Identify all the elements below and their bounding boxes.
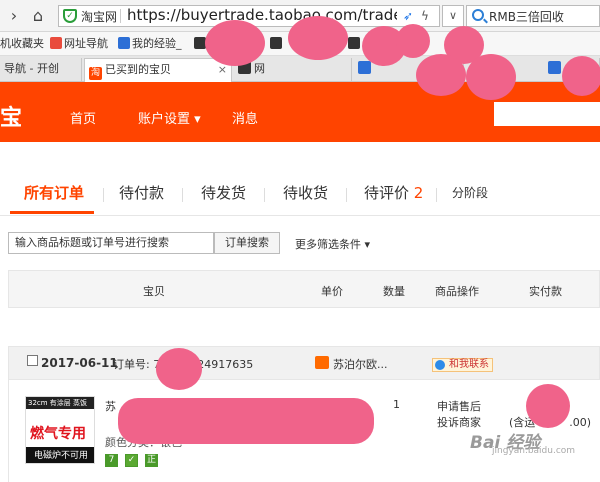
tab-divider [182, 188, 183, 202]
url-separator [120, 9, 121, 23]
tab-divider [103, 188, 104, 202]
paw-icon [548, 61, 561, 74]
order-checkbox[interactable] [27, 355, 38, 366]
col-item: 宝贝 [143, 283, 165, 299]
lightning-icon[interactable]: ϟ [421, 9, 429, 23]
tab-label: 网 [254, 62, 265, 75]
shop-name[interactable]: 苏泊尔欧... [333, 356, 388, 372]
taobao-icon: 淘 [89, 67, 102, 80]
tab-unshipped[interactable]: 待发货 [201, 182, 246, 203]
bookmark-favorites[interactable]: 机收藏夹 [0, 36, 44, 52]
item-quantity: 1 [393, 398, 400, 411]
bookmark-experience[interactable]: 我的经验_ [118, 36, 182, 52]
tab-unreceived[interactable]: 待收货 [283, 182, 328, 203]
service-guarantee-icon[interactable]: ✓ [125, 454, 138, 467]
shop-icon [315, 356, 329, 369]
thumb-caption-bottom: 电磁炉不可用 [26, 447, 95, 464]
col-item-actions: 商品操作 [435, 283, 479, 299]
tab-divider [436, 188, 437, 202]
site-search-input[interactable] [494, 102, 600, 126]
rocket-icon[interactable]: ➶ [403, 9, 413, 23]
item-thumbnail[interactable]: 32cm 有涂层 蒸饭 燃气专用 电磁炉不可用 [25, 396, 95, 464]
forward-icon[interactable]: › [4, 6, 24, 26]
redaction-mark [562, 56, 600, 96]
item-title[interactable]: 苏 [105, 398, 116, 414]
apply-after-sale-link[interactable]: 申请售后 [437, 398, 481, 414]
service-7day-icon[interactable]: 7 [105, 454, 118, 467]
redaction-mark [118, 398, 374, 444]
thumb-caption-top: 32cm 有涂层 蒸饭 [26, 397, 95, 409]
redaction-mark [466, 54, 516, 100]
baidu-watermark-url: jingyan.baidu.com [492, 446, 575, 456]
col-qty: 数量 [383, 283, 405, 299]
redaction-mark [288, 16, 348, 60]
total-suffix: .00) [569, 416, 591, 429]
security-shield-icon: ✓ [63, 9, 77, 23]
redaction-mark [526, 384, 570, 428]
contact-seller-button[interactable]: 和我联系 [432, 358, 493, 372]
browser-search-input[interactable]: RMB三倍回收 [466, 5, 600, 27]
unrated-count: 2 [414, 184, 424, 202]
redaction-mark [205, 20, 265, 66]
video-icon [270, 37, 282, 49]
taobao-logo[interactable]: 宝 [0, 100, 22, 132]
redaction-mark [396, 24, 430, 58]
bookmark-label: 我的经验_ [132, 37, 182, 50]
home-icon[interactable]: ⌂ [28, 6, 48, 26]
col-paid: 实付款 [529, 283, 562, 299]
site-name: 淘宝网 [81, 8, 117, 25]
more-filters-link[interactable]: 更多筛选条件 ▾ [295, 236, 370, 252]
redaction-mark [156, 348, 202, 390]
url-text[interactable]: https://buyertrade.taobao.com/trade/ite [127, 6, 397, 24]
order-header: 2017-06-11 订单号: 7324917635 苏泊尔欧... 和我联系 [8, 346, 600, 380]
browser-search-value[interactable]: RMB三倍回收 [489, 8, 564, 25]
url-dropdown-button[interactable]: ∨ [442, 5, 464, 27]
tab-all-orders[interactable]: 所有订单 [24, 182, 84, 203]
contact-label: 和我联系 [449, 359, 489, 370]
tab-unpaid[interactable]: 待付款 [119, 182, 164, 203]
order-search-button[interactable]: 订单搜索 [214, 232, 280, 254]
tab-navigation[interactable]: 导航 - 开创 [0, 58, 82, 82]
service-genuine-icon[interactable]: 正 [145, 454, 158, 467]
paw-icon [118, 37, 130, 49]
nav-home[interactable]: 首页 [70, 108, 96, 127]
bookmark-nav[interactable]: 网址导航 [50, 36, 108, 52]
order-search-input[interactable]: 输入商品标题或订单号进行搜索 [8, 232, 214, 254]
nav-account-settings[interactable]: 账户设置 ▾ [138, 108, 201, 127]
bookmark-label: 网址导航 [64, 37, 108, 50]
col-price: 单价 [321, 283, 343, 299]
bookmark-video[interactable] [348, 36, 362, 52]
paw-icon [358, 61, 371, 74]
tab-bought-items[interactable]: 淘已买到的宝贝× [84, 58, 232, 82]
tab-label: 导航 - 开创 [4, 62, 59, 75]
tab-unrated[interactable]: 待评价 2 [364, 182, 423, 203]
order-date: 2017-06-11 [41, 356, 118, 370]
order-number-label: 订单号: 7 [113, 358, 160, 371]
order-status-tabs: 所有订单 待付款 待发货 待收货 待评价 2 分阶段 [0, 168, 600, 216]
bookmark-label: 机收藏夹 [0, 37, 44, 50]
active-tab-indicator [10, 211, 94, 214]
video-icon [348, 37, 360, 49]
order-table-header: 宝贝 单价 数量 商品操作 实付款 [8, 270, 600, 308]
tab-label: 已买到的宝贝 [105, 63, 171, 76]
nav-messages[interactable]: 消息 [232, 108, 258, 127]
tab-divider [346, 188, 347, 202]
search-icon [472, 9, 484, 21]
tab-unrated-label: 待评价 [364, 184, 409, 202]
tab-divider [264, 188, 265, 202]
bookmark-video[interactable] [270, 36, 284, 52]
bookmark-icon [50, 37, 62, 49]
thumb-caption-main: 燃气专用 [30, 423, 86, 443]
redaction-mark [416, 54, 466, 96]
chat-icon [435, 360, 445, 370]
tab-installment[interactable]: 分阶段 [452, 184, 488, 201]
